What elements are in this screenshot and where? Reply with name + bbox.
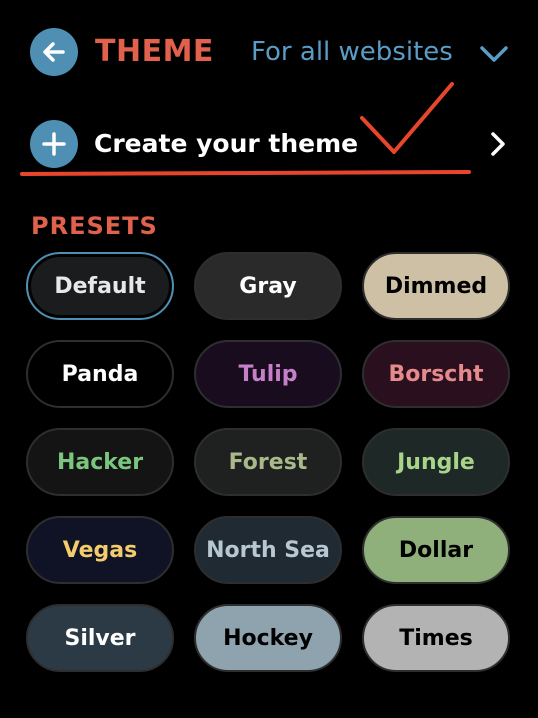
page-title: THEME [95,34,214,69]
preset-forest-button[interactable]: Forest [194,428,342,496]
preset-jungle-button[interactable]: Jungle [362,428,510,496]
preset-north-sea-button[interactable]: North Sea [194,516,342,584]
arrow-left-icon [43,42,65,62]
preset-hacker-button[interactable]: Hacker [26,428,174,496]
preset-gray-button[interactable]: Gray [194,252,342,320]
preset-default-button[interactable]: Default [26,252,174,320]
annotation-underline [20,170,471,176]
preset-panda-button[interactable]: Panda [26,340,174,408]
chevron-right-icon [491,132,505,156]
preset-hockey-button[interactable]: Hockey [194,604,342,672]
preset-times-button[interactable]: Times [362,604,510,672]
preset-dollar-button[interactable]: Dollar [362,516,510,584]
plus-button [30,120,78,168]
back-button[interactable] [30,28,78,76]
create-theme-button[interactable]: Create your theme [22,118,522,172]
create-theme-label: Create your theme [94,129,359,158]
preset-vegas-button[interactable]: Vegas [26,516,174,584]
plus-icon [42,132,66,156]
preset-silver-button[interactable]: Silver [26,604,174,672]
presets-heading: PRESETS [31,212,158,240]
preset-dimmed-button[interactable]: Dimmed [362,252,510,320]
preset-borscht-button[interactable]: Borscht [362,340,510,408]
preset-grid: Default Gray Dimmed Panda Tulip Borscht Hacker… [26,252,512,672]
scope-selector[interactable]: For all websites [251,34,453,70]
preset-tulip-button[interactable]: Tulip [194,340,342,408]
chevron-down-icon[interactable] [478,38,510,70]
theme-panel: THEME For all websites Create your theme… [0,0,538,718]
